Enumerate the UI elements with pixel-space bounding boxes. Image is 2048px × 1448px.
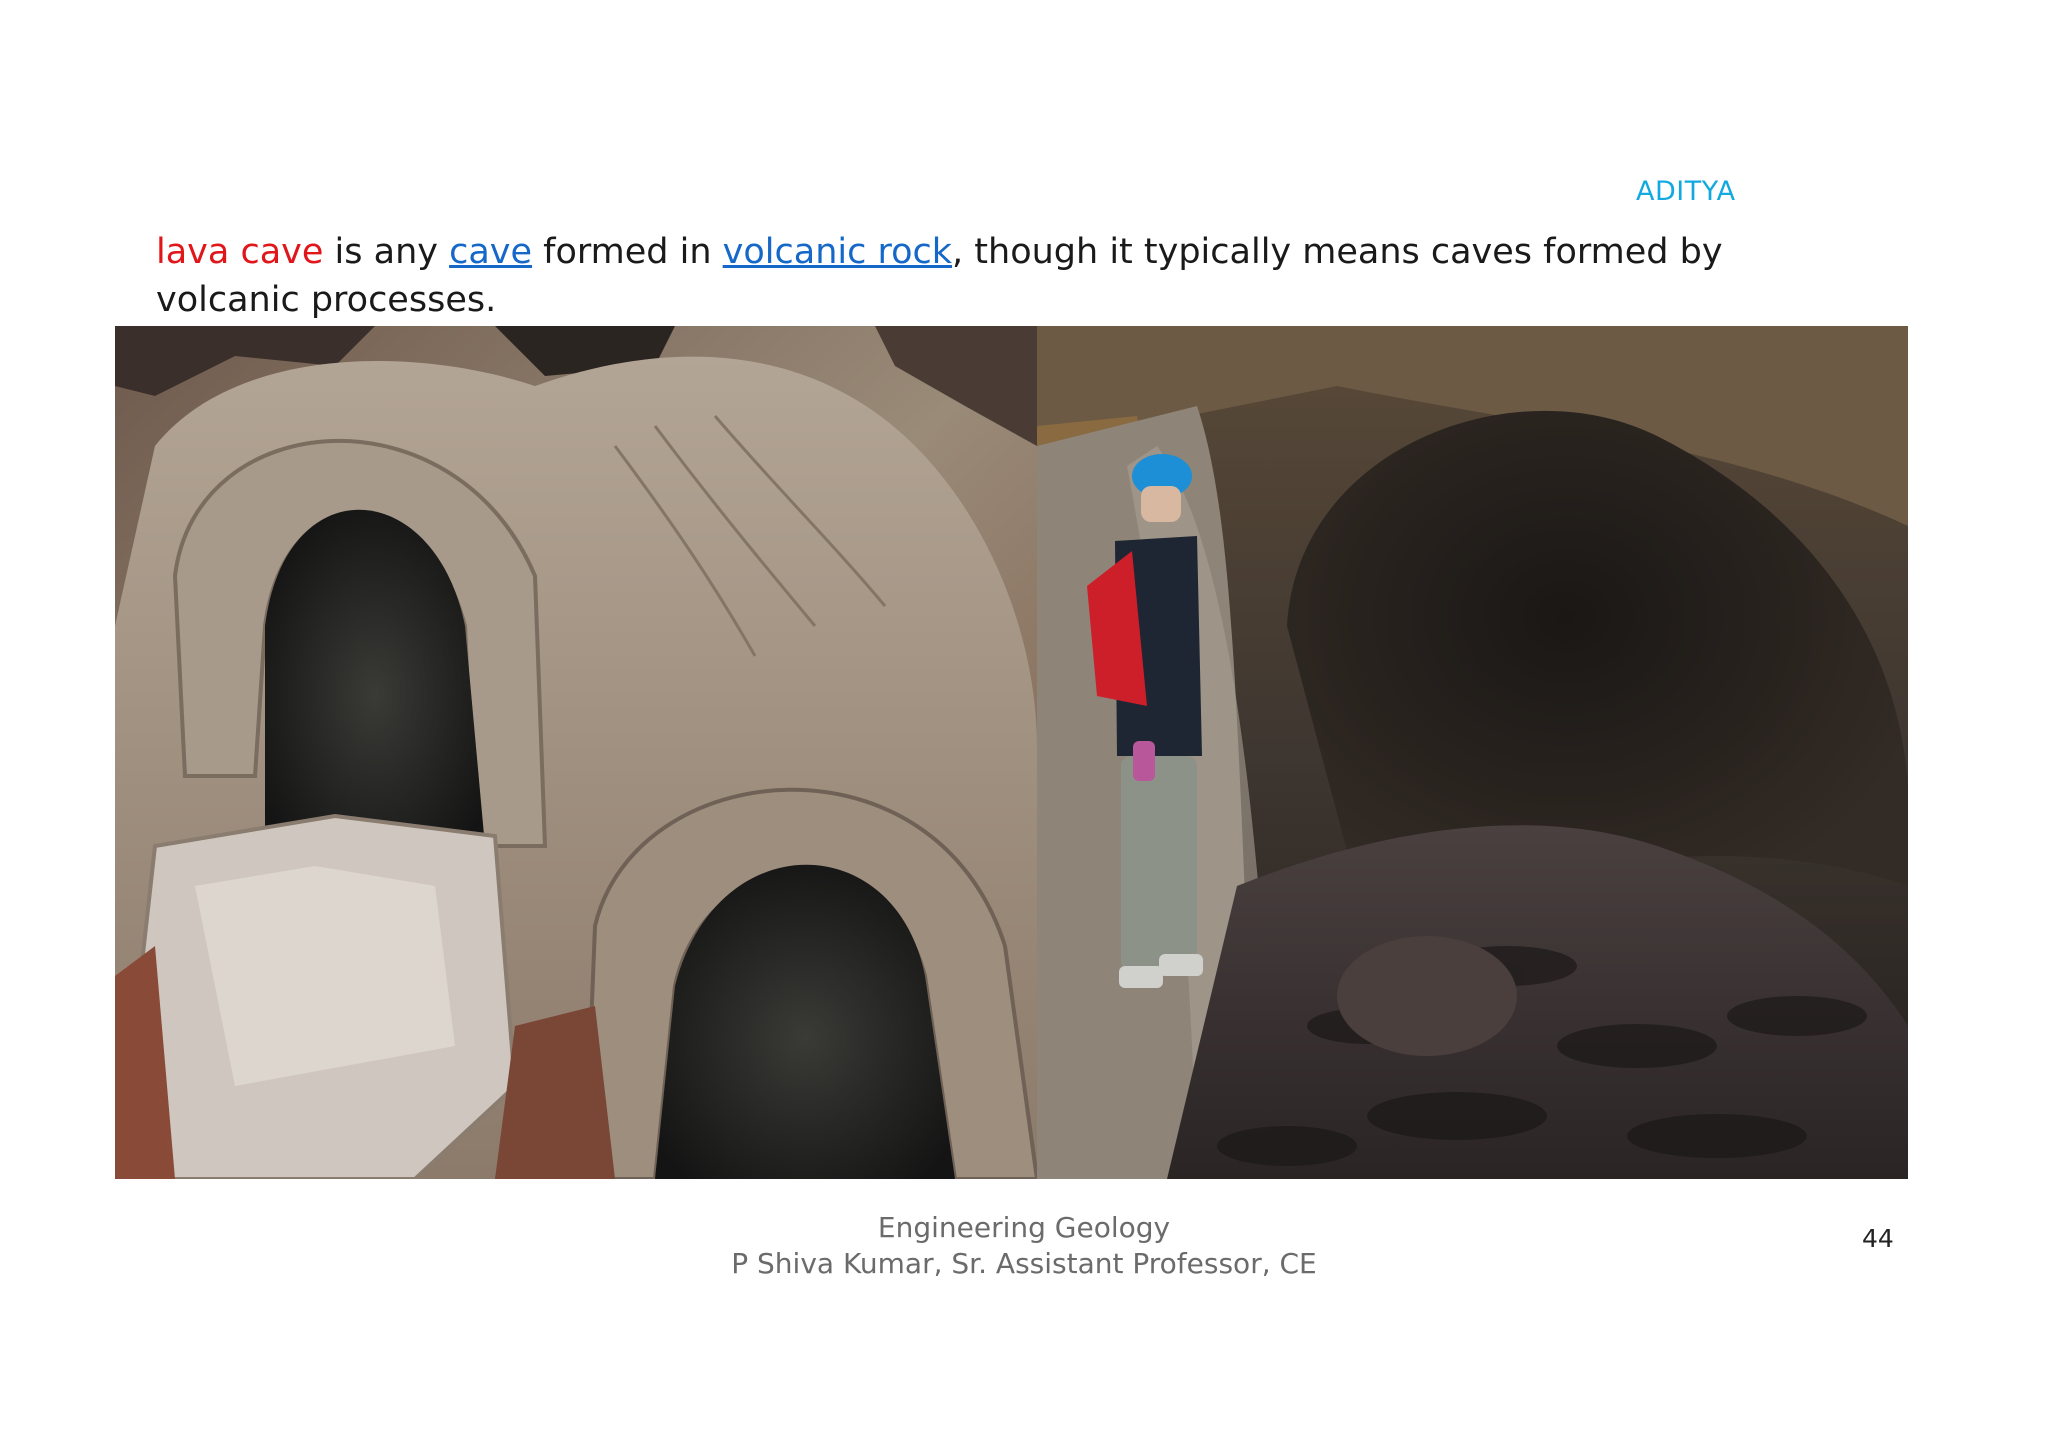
link-volcanic-rock[interactable]: volcanic rock: [723, 232, 952, 272]
footer-course-title: Engineering Geology: [877, 1211, 1171, 1244]
intro-paragraph: lava cave is any cave formed in volcanic…: [156, 228, 1836, 324]
slide: ADITYA lava cave is any cave formed in v…: [0, 0, 2048, 1448]
intro-text-2: formed in: [532, 232, 723, 272]
slide-footer: Engineering Geology P Shiva Kumar, Sr. A…: [0, 1210, 2048, 1282]
lava-cave-arches-photo: [115, 326, 1037, 1179]
brand-logo-text: ADITYA: [1636, 176, 1736, 207]
intro-text-1: is any: [323, 232, 450, 272]
lava-tube-explorer-photo: [1037, 326, 1908, 1179]
page-number: 44: [1862, 1224, 1894, 1253]
term-lava-cave: lava cave: [156, 232, 324, 272]
link-cave[interactable]: cave: [449, 232, 532, 272]
footer-author: P Shiva Kumar, Sr. Assistant Professor, …: [731, 1247, 1317, 1280]
